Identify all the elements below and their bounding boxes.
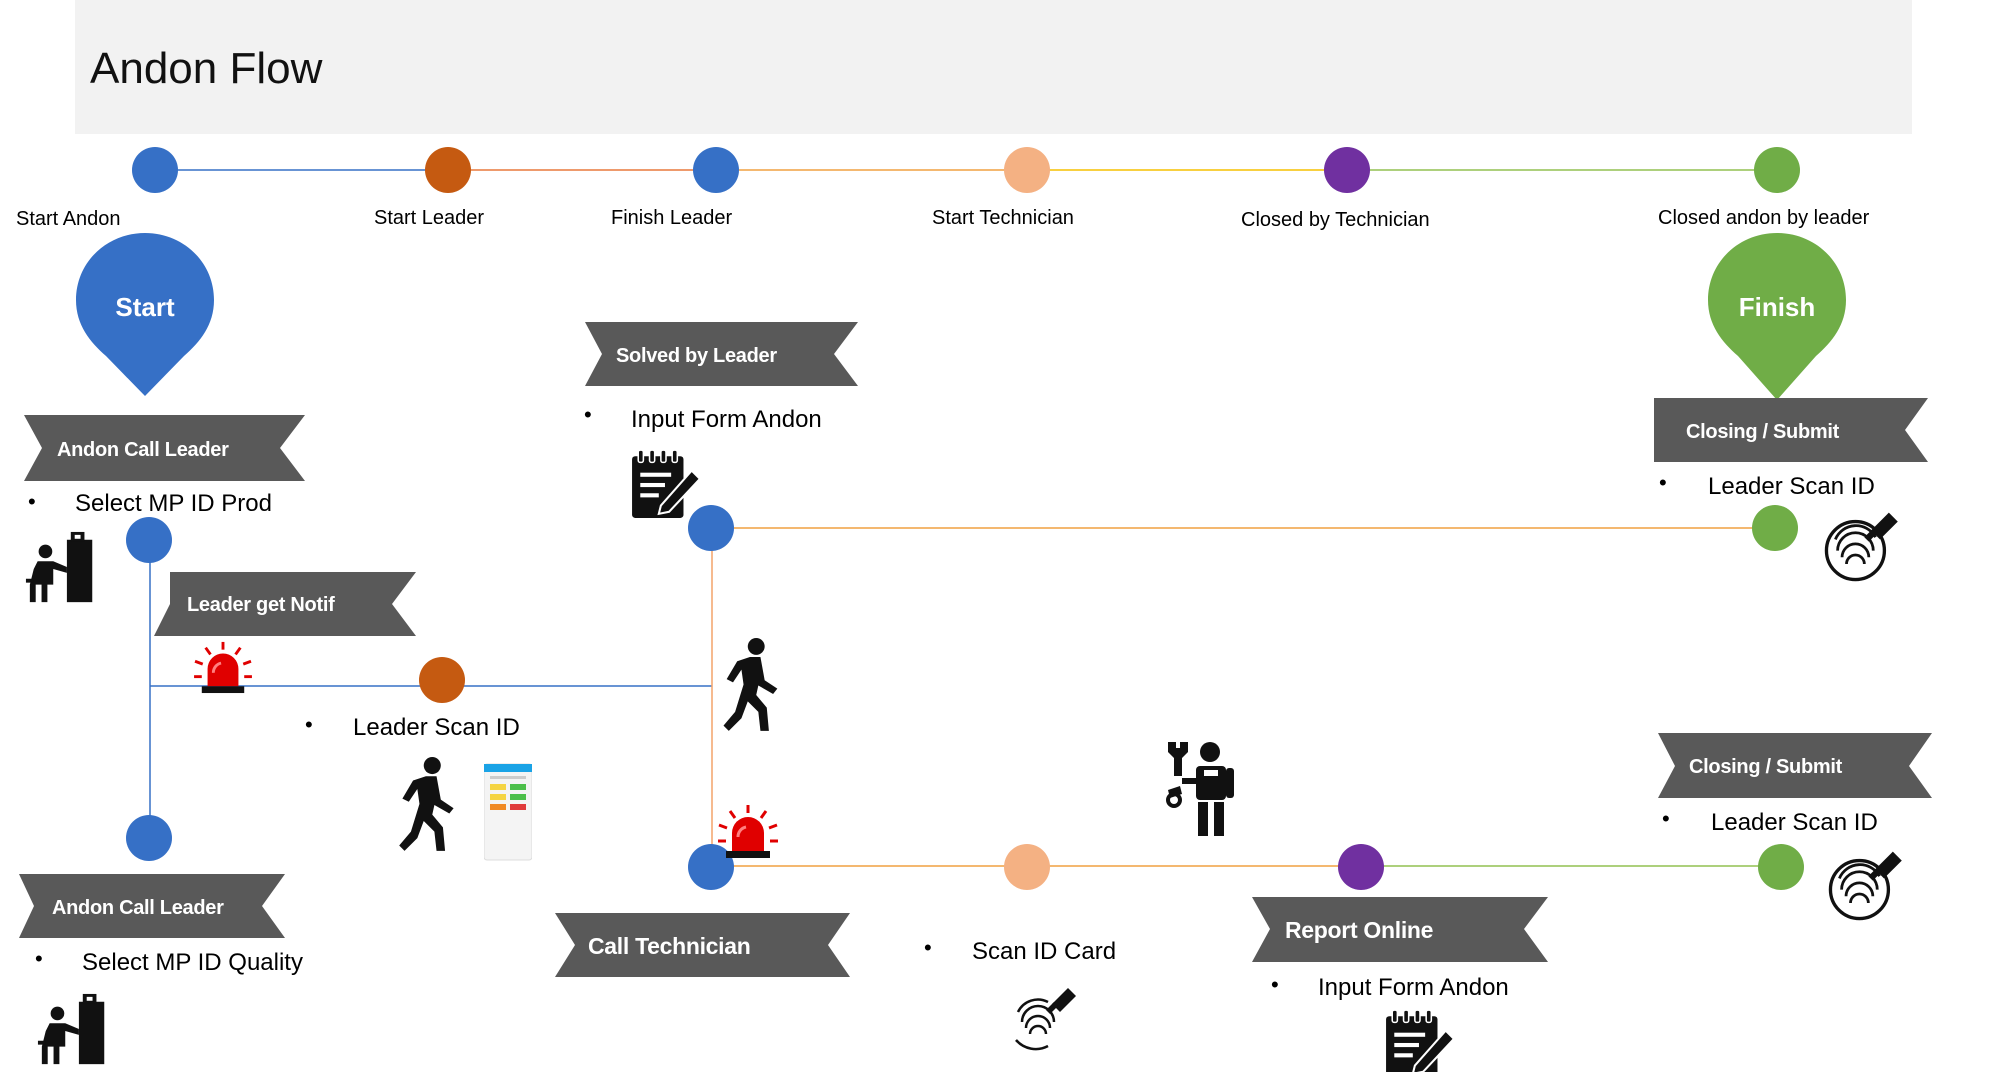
bullet-dot-input-form-bottom: • bbox=[1271, 972, 1279, 997]
bullet-leader-scan-bottom: Leader Scan ID bbox=[1711, 809, 1878, 836]
finish-pin: Finish bbox=[1708, 233, 1846, 400]
walking-person-icon bbox=[723, 638, 778, 731]
bullet-dot-leader-scan-bottom: • bbox=[1662, 806, 1670, 831]
timeline-label-closed-by-leader: Closed andon by leader bbox=[1658, 207, 1870, 229]
header-panel bbox=[75, 0, 1912, 134]
node-solved-by-leader bbox=[688, 505, 734, 551]
timeline-dot-start-andon bbox=[132, 147, 178, 193]
node-andon-call-prod bbox=[126, 517, 172, 563]
start-pin-label: Start bbox=[115, 292, 175, 322]
banner-closing-submit-bottom-label: Closing / Submit bbox=[1689, 756, 1843, 778]
page-title: Andon Flow bbox=[90, 44, 323, 93]
banner-closing-submit-top-label: Closing / Submit bbox=[1686, 421, 1840, 443]
bullet-dot-leader-scan-mid: • bbox=[305, 712, 313, 737]
timeline-label-finish-leader: Finish Leader bbox=[611, 207, 733, 229]
timeline-label-closed-by-technician: Closed by Technician bbox=[1241, 209, 1430, 231]
start-pin: Start bbox=[76, 233, 214, 396]
banner-andon-call-leader-quality: Andon Call Leader bbox=[19, 874, 285, 938]
notepad-pen-icon bbox=[1385, 1009, 1455, 1072]
timeline-label-start-leader: Start Leader bbox=[374, 207, 484, 229]
node-scan-id-card bbox=[1004, 844, 1050, 890]
walking-person-icon bbox=[399, 757, 454, 851]
banner-report-online-label: Report Online bbox=[1285, 917, 1433, 943]
timeline-dot-start-technician bbox=[1004, 147, 1050, 193]
finish-pin-label: Finish bbox=[1739, 292, 1816, 322]
timeline-dot-start-leader bbox=[425, 147, 471, 193]
bullet-input-form-top: Input Form Andon bbox=[631, 406, 822, 433]
banner-andon-call-leader-quality-label: Andon Call Leader bbox=[52, 897, 224, 919]
timeline-dot-closed-by-leader bbox=[1754, 147, 1800, 193]
node-andon-call-quality bbox=[126, 815, 172, 861]
fingerprint-scanner-icon bbox=[1828, 850, 1904, 921]
banner-leader-get-notif-label: Leader get Notif bbox=[187, 594, 335, 616]
node-report-online bbox=[1338, 844, 1384, 890]
node-leader-get-notif bbox=[419, 657, 465, 703]
fingerprint-scanner-icon bbox=[1824, 511, 1900, 582]
alarm-light-icon bbox=[716, 803, 780, 859]
banner-closing-submit-bottom: Closing / Submit bbox=[1658, 733, 1932, 798]
bullet-select-mp-prod: Select MP ID Prod bbox=[75, 490, 272, 517]
person-at-machine-icon bbox=[25, 531, 93, 603]
phone-app-icon bbox=[484, 763, 532, 861]
timeline-label-start-technician: Start Technician bbox=[932, 207, 1074, 229]
banner-report-online: Report Online bbox=[1252, 897, 1548, 962]
timeline-label-start-andon: Start Andon bbox=[16, 208, 121, 230]
bullet-leader-scan-mid: Leader Scan ID bbox=[353, 714, 520, 741]
banner-call-technician-label: Call Technician bbox=[588, 933, 751, 959]
bullet-dot-scan-id-card: • bbox=[924, 935, 932, 960]
timeline-dot-finish-leader bbox=[693, 147, 739, 193]
andon-flow-diagram: Andon Flow Start Andon Start Leader Fini… bbox=[16, 0, 1932, 1072]
banner-solved-by-leader-label: Solved by Leader bbox=[616, 345, 777, 367]
bullet-scan-id-card: Scan ID Card bbox=[972, 938, 1116, 965]
bullet-dot-leader-scan-top: • bbox=[1659, 470, 1667, 495]
banner-closing-submit-top: Closing / Submit bbox=[1654, 398, 1928, 462]
timeline-dot-closed-by-technician bbox=[1324, 147, 1370, 193]
bullet-select-mp-quality: Select MP ID Quality bbox=[82, 949, 303, 976]
bullet-input-form-bottom: Input Form Andon bbox=[1318, 974, 1509, 1001]
fingerprint-open-icon bbox=[1014, 986, 1078, 1051]
banner-solved-by-leader: Solved by Leader bbox=[585, 322, 858, 386]
bullet-dot-select-mp-prod: • bbox=[28, 489, 36, 514]
bullet-dot-input-form-top: • bbox=[584, 402, 592, 427]
bullet-leader-scan-top: Leader Scan ID bbox=[1708, 473, 1875, 500]
person-at-machine-icon bbox=[37, 993, 105, 1065]
node-closing-bottom bbox=[1758, 844, 1804, 890]
bullet-dot-select-mp-quality: • bbox=[35, 946, 43, 971]
node-closing-top bbox=[1752, 505, 1798, 551]
notepad-pen-icon bbox=[631, 449, 701, 519]
banner-call-technician: Call Technician bbox=[555, 913, 850, 977]
banner-leader-get-notif: Leader get Notif bbox=[154, 572, 416, 636]
banner-andon-call-leader-prod: Andon Call Leader bbox=[24, 415, 305, 481]
node-call-technician bbox=[688, 844, 734, 890]
banner-andon-call-leader-prod-label: Andon Call Leader bbox=[57, 439, 229, 461]
technician-robot-icon bbox=[1166, 740, 1236, 838]
